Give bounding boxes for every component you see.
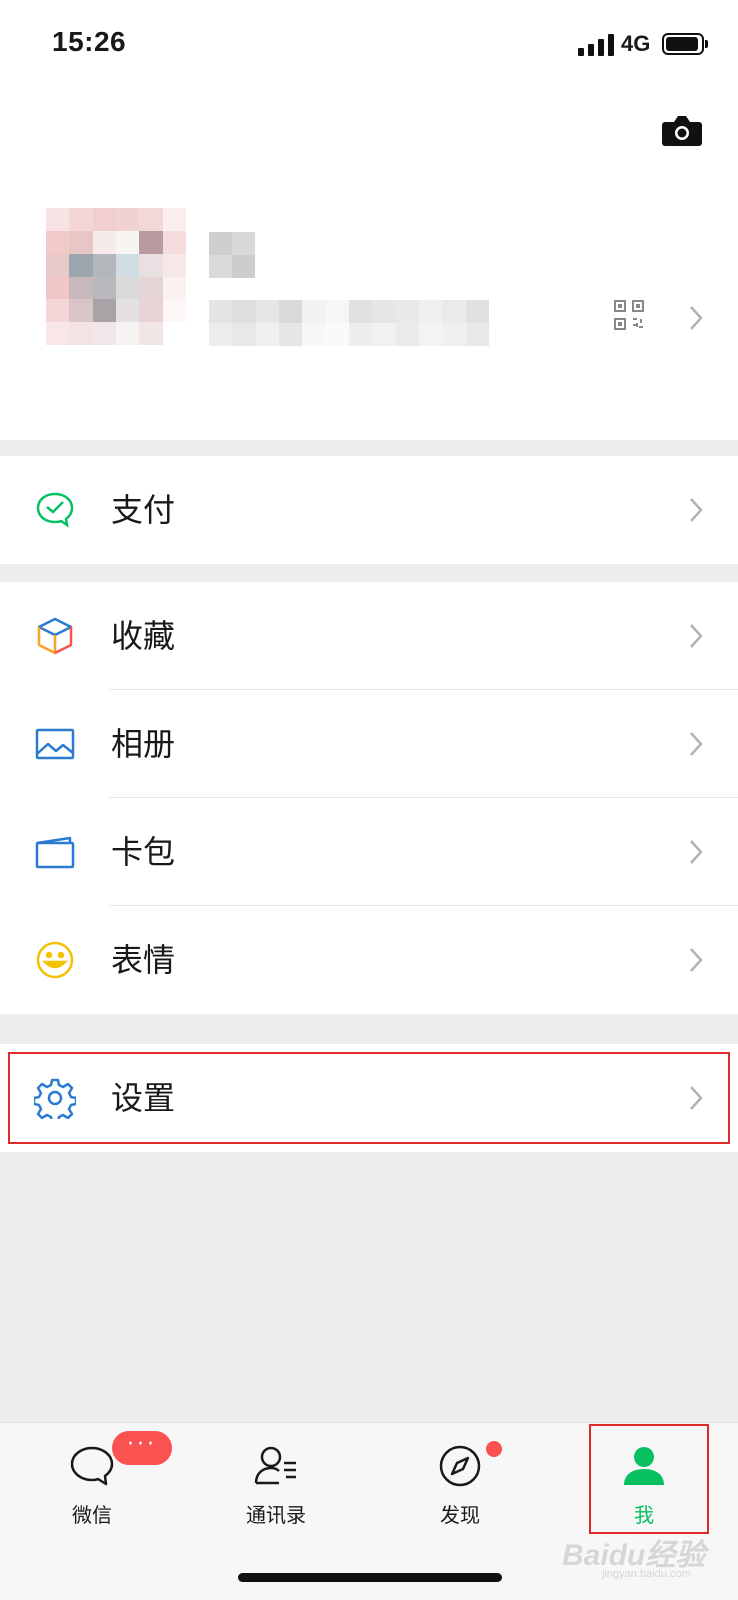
- chevron-right-icon: [690, 732, 703, 756]
- menu-item-album[interactable]: 相册: [0, 690, 738, 798]
- gear-icon: [34, 1078, 76, 1119]
- person-icon: [624, 1447, 664, 1485]
- menu-item-cards[interactable]: 卡包: [0, 798, 738, 906]
- tab-discover[interactable]: 发现: [368, 1423, 552, 1553]
- album-icon: [35, 728, 75, 760]
- home-indicator[interactable]: [238, 1573, 502, 1582]
- unread-badge: ···: [112, 1431, 172, 1465]
- menu-group-settings: 设置: [0, 1044, 738, 1152]
- menu-item-label: 收藏: [111, 617, 176, 655]
- camera-icon[interactable]: [662, 114, 702, 148]
- menu-item-label: 设置: [111, 1079, 176, 1117]
- favorites-cube-icon: [37, 617, 73, 655]
- wechat-pay-icon: [36, 492, 74, 528]
- avatar[interactable]: [46, 208, 186, 368]
- qr-code-icon[interactable]: [614, 300, 644, 330]
- status-time: 15:26: [52, 26, 127, 57]
- chevron-right-icon: [690, 498, 703, 522]
- tab-contacts[interactable]: 通讯录: [184, 1423, 368, 1553]
- chevron-right-icon: [690, 948, 703, 972]
- chat-bubble-icon: [70, 1446, 114, 1486]
- profile-header[interactable]: [0, 90, 738, 440]
- tab-label: 发现: [440, 1503, 480, 1527]
- menu-item-stickers[interactable]: 表情: [0, 906, 738, 1014]
- smiley-icon: [36, 941, 74, 979]
- chevron-right-icon: [690, 1086, 703, 1110]
- menu-item-favorites[interactable]: 收藏: [0, 582, 738, 690]
- menu-group-pay: 支付: [0, 456, 738, 564]
- battery-icon: [662, 33, 708, 55]
- new-dot-badge: [486, 1441, 502, 1457]
- tab-chats[interactable]: ··· 微信: [0, 1423, 184, 1553]
- status-bar: 15:26 4G: [0, 0, 738, 90]
- menu-item-label: 相册: [111, 725, 176, 763]
- menu-item-settings[interactable]: 设置: [0, 1044, 738, 1152]
- tab-label: 我: [634, 1503, 654, 1527]
- compass-icon: [439, 1445, 481, 1487]
- menu-item-pay[interactable]: 支付: [0, 456, 738, 564]
- card-wallet-icon: [35, 836, 75, 869]
- menu-item-label: 表情: [111, 941, 176, 979]
- network-type: 4G: [621, 31, 651, 56]
- chevron-right-icon: [690, 624, 703, 648]
- watermark-sub: jingyan.baidu.com: [602, 1568, 691, 1580]
- menu-item-label: 支付: [111, 491, 176, 529]
- tab-label: 通讯录: [246, 1503, 306, 1527]
- menu-group-tools: 收藏 相册 卡包 表情: [0, 582, 738, 1014]
- chevron-right-icon: [690, 840, 703, 864]
- wechat-id-redacted: [209, 300, 489, 346]
- baidu-watermark: Baidu经验 jingyan.baidu.com: [562, 1530, 712, 1586]
- cellular-signal-icon: [578, 34, 614, 56]
- nickname-redacted: [209, 232, 255, 278]
- menu-item-label: 卡包: [111, 833, 176, 871]
- contacts-icon: [254, 1446, 296, 1485]
- chevron-right-icon: [690, 306, 703, 330]
- tab-label: 微信: [72, 1503, 112, 1527]
